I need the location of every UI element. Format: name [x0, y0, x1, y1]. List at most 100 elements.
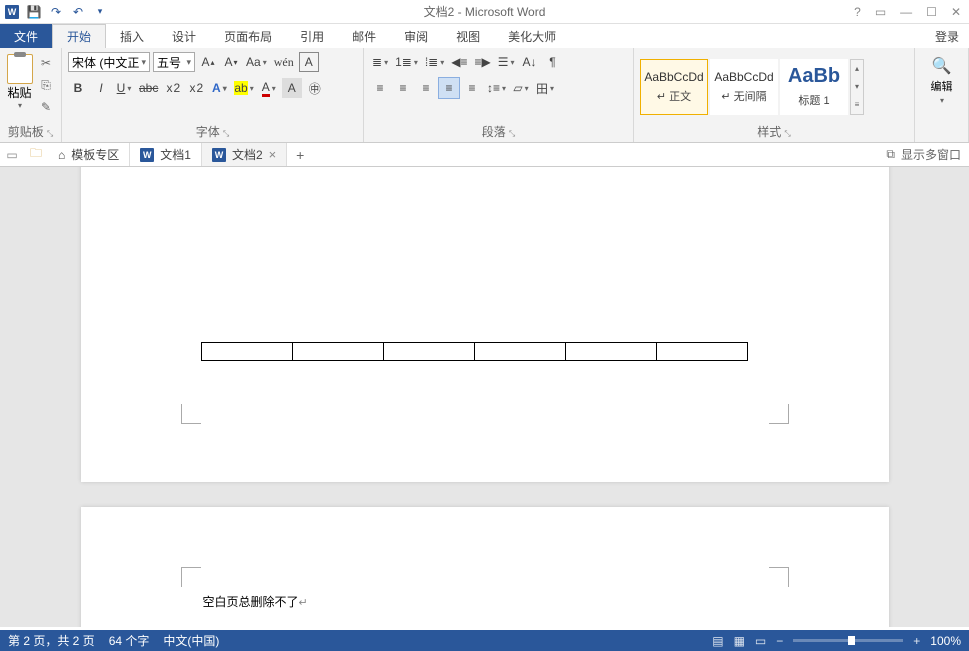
char-shading-button[interactable]: A [282, 78, 302, 98]
tab-doc2[interactable]: W 文档2 × [202, 143, 287, 166]
style-preview: AaBbCcDd [714, 70, 773, 84]
tab-beautify[interactable]: 美化大师 [494, 24, 570, 48]
tab-insert[interactable]: 插入 [106, 24, 158, 48]
char-border-button[interactable]: A [299, 52, 319, 72]
align-center-button[interactable]: ≡ [393, 78, 413, 98]
shading-button[interactable]: ▱▾ [511, 78, 531, 98]
dialog-launcher-icon[interactable]: ⤡ [509, 129, 515, 138]
new-tab-button[interactable]: + [287, 143, 313, 166]
redo-icon[interactable]: ↷ [48, 4, 64, 20]
dialog-launcher-icon[interactable]: ⤡ [223, 129, 229, 138]
find-icon[interactable]: 🔍 [932, 56, 952, 76]
dialog-launcher-icon[interactable]: ⤡ [784, 129, 790, 138]
zoom-slider[interactable] [793, 639, 903, 642]
ribbon-options-button[interactable]: ▭ [875, 5, 886, 19]
font-name-combo[interactable]: 宋体 (中文正▾ [68, 52, 150, 72]
multilevel-button[interactable]: ⁞≣▾ [423, 52, 446, 72]
change-case-button[interactable]: Aa▾ [244, 52, 269, 72]
tab-references[interactable]: 引用 [286, 24, 338, 48]
page-1[interactable] [81, 167, 889, 482]
qat-more-icon[interactable]: ▾ [92, 4, 108, 20]
undo-icon[interactable]: ↶ [70, 4, 86, 20]
new-blank-icon[interactable]: ▭ [0, 143, 24, 166]
zoom-out-button[interactable]: − [776, 634, 783, 648]
grow-font-button[interactable]: A▴ [198, 52, 218, 72]
highlight-button[interactable]: ab▾ [232, 78, 255, 98]
gallery-expand-icon[interactable]: ≡ [851, 96, 863, 114]
document-tabs: ▭ 🗀 ⌂ 模板专区 W 文档1 W 文档2 × + ⧉ 显示多窗口 [0, 143, 969, 167]
language-status[interactable]: 中文(中国) [163, 632, 219, 649]
read-mode-icon[interactable]: ▤ [712, 634, 723, 648]
phonetic-button[interactable]: wén [272, 52, 296, 72]
numbering-button[interactable]: 1≣▾ [393, 52, 420, 72]
web-layout-icon[interactable]: ▭ [755, 634, 766, 648]
save-icon[interactable]: 💾 [26, 4, 42, 20]
document-table[interactable] [201, 342, 748, 361]
style-heading1[interactable]: AaBb 标题 1 [780, 59, 848, 115]
indent-decrease-button[interactable]: ◀≡ [449, 52, 469, 72]
paste-button[interactable]: 粘贴 ▾ [6, 52, 33, 110]
tab-review[interactable]: 审阅 [390, 24, 442, 48]
minimize-button[interactable]: — [900, 5, 912, 19]
font-color-button[interactable]: A▾ [259, 78, 279, 98]
chevron-down-icon[interactable]: ▾ [940, 96, 944, 105]
style-gallery-scroll[interactable]: ▴ ▾ ≡ [850, 59, 864, 115]
text-direction-button[interactable]: ☰▾ [496, 52, 517, 72]
page-2[interactable]: 空白页总删除不了↵ [81, 507, 889, 627]
tab-home[interactable]: 开始 [52, 24, 106, 48]
tab-doc1[interactable]: W 文档1 [130, 143, 202, 166]
word-count[interactable]: 64 个字 [109, 632, 150, 649]
word-icon: W [212, 148, 226, 162]
strike-button[interactable]: abc [137, 78, 160, 98]
underline-button[interactable]: U▾ [114, 78, 134, 98]
align-left-button[interactable]: ≡ [370, 78, 390, 98]
font-size-combo[interactable]: 五号▾ [153, 52, 195, 72]
close-tab-icon[interactable]: × [269, 147, 277, 162]
align-right-button[interactable]: ≡ [416, 78, 436, 98]
text-effects-button[interactable]: A▾ [209, 78, 229, 98]
maximize-button[interactable]: ☐ [926, 5, 937, 19]
zoom-thumb[interactable] [848, 636, 855, 645]
dialog-launcher-icon[interactable]: ⤡ [47, 129, 53, 138]
borders-button[interactable]: 田▾ [534, 78, 556, 98]
indent-increase-button[interactable]: ≡▶ [472, 52, 492, 72]
margin-corner [181, 567, 201, 587]
bold-button[interactable]: B [68, 78, 88, 98]
cut-icon[interactable]: ✂ [37, 54, 55, 72]
tab-view[interactable]: 视图 [442, 24, 494, 48]
login-button[interactable]: 登录 [925, 24, 969, 48]
document-area[interactable]: 空白页总删除不了↵ [0, 167, 969, 627]
paragraph-marks-button[interactable]: ¶ [542, 52, 562, 72]
style-nospacing[interactable]: AaBbCcDd ↵ 无间隔 [710, 59, 778, 115]
document-text[interactable]: 空白页总删除不了↵ [203, 593, 308, 610]
superscript-button[interactable]: x2 [186, 78, 206, 98]
copy-icon[interactable]: ⎘ [37, 76, 55, 94]
close-button[interactable]: ✕ [951, 5, 961, 19]
zoom-in-button[interactable]: + [913, 634, 920, 648]
multiwindow-icon[interactable]: ⧉ [886, 147, 895, 162]
multiwindow-label[interactable]: 显示多窗口 [901, 146, 961, 163]
tab-design[interactable]: 设计 [158, 24, 210, 48]
open-folder-icon[interactable]: 🗀 [24, 143, 48, 166]
line-spacing-button[interactable]: ↕≡▾ [485, 78, 508, 98]
tab-file[interactable]: 文件 [0, 24, 52, 48]
tab-mailings[interactable]: 邮件 [338, 24, 390, 48]
tab-layout[interactable]: 页面布局 [210, 24, 286, 48]
scroll-down-icon[interactable]: ▾ [851, 78, 863, 96]
bullets-button[interactable]: ≣▾ [370, 52, 390, 72]
format-painter-icon[interactable]: ✎ [37, 98, 55, 116]
align-justify-button[interactable]: ≡ [439, 78, 459, 98]
enclose-char-button[interactable]: ㊥ [305, 78, 325, 98]
print-layout-icon[interactable]: ▦ [734, 634, 745, 648]
subscript-button[interactable]: x2 [163, 78, 183, 98]
page-status[interactable]: 第 2 页，共 2 页 [8, 632, 95, 649]
style-normal[interactable]: AaBbCcDd ↵ 正文 [640, 59, 708, 115]
help-button[interactable]: ? [854, 5, 861, 19]
scroll-up-icon[interactable]: ▴ [851, 60, 863, 78]
italic-button[interactable]: I [91, 78, 111, 98]
align-distribute-button[interactable]: ≡ [462, 78, 482, 98]
sort-button[interactable]: A↓ [519, 52, 539, 72]
shrink-font-button[interactable]: A▾ [221, 52, 241, 72]
tab-templates[interactable]: ⌂ 模板专区 [48, 143, 130, 166]
zoom-level[interactable]: 100% [930, 634, 961, 648]
